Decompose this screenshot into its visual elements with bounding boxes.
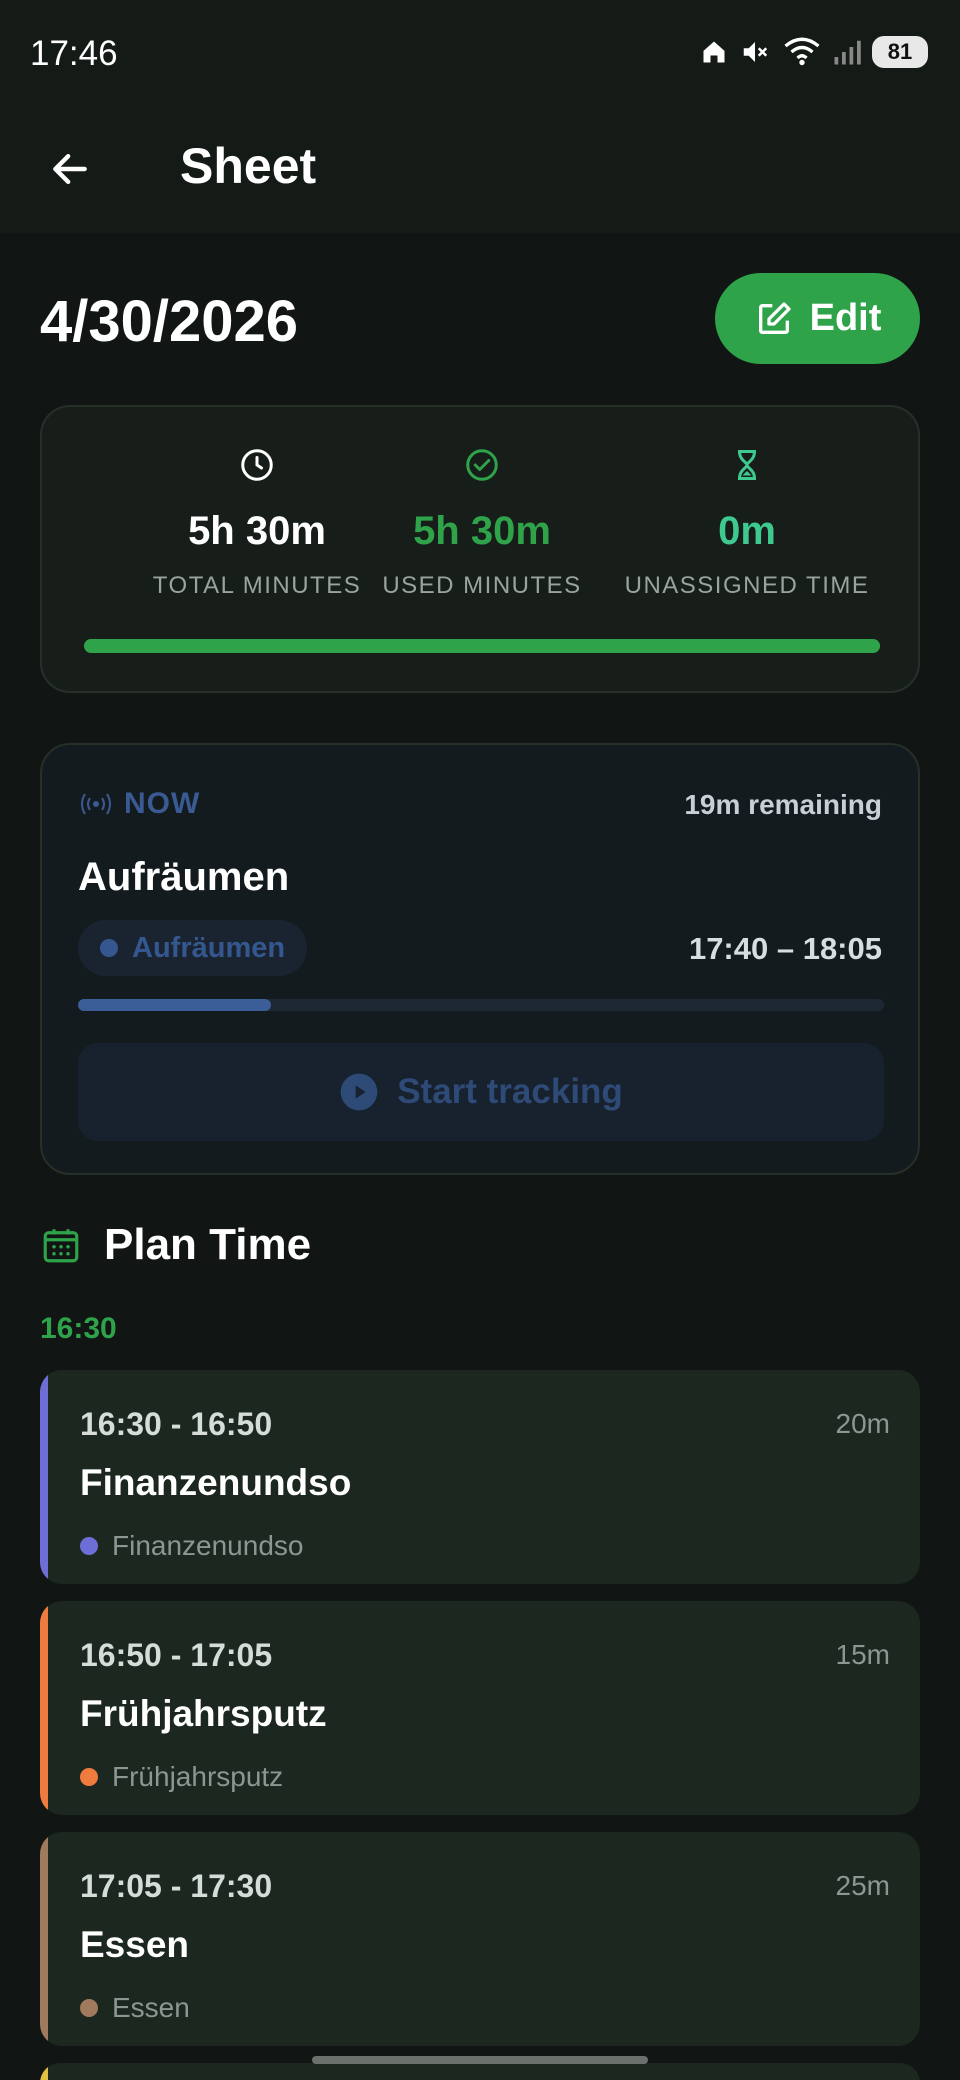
app-bar: Sheet bbox=[0, 105, 960, 233]
plan-time-header: Plan Time bbox=[40, 1220, 311, 1270]
entry-category-label: Essen bbox=[112, 1992, 190, 2023]
now-header: NOW bbox=[78, 787, 200, 821]
used-minutes-value: 5h 30m bbox=[413, 509, 551, 553]
entry-category: Essen bbox=[80, 1992, 190, 2024]
clock-icon bbox=[241, 449, 273, 481]
plan-time-title: Plan Time bbox=[104, 1220, 312, 1269]
entry-duration: 20m bbox=[835, 1408, 890, 1439]
used-minutes-label: USED MINUTES bbox=[382, 572, 582, 599]
entry-category-label: Frühjahrsputz bbox=[112, 1761, 284, 1792]
stat-used: 5h 30m USED MINUTES bbox=[347, 447, 617, 600]
entry-time: 16:50 - 17:05 bbox=[80, 1637, 273, 1673]
arrow-left-icon bbox=[53, 153, 87, 185]
now-progress-fill bbox=[78, 999, 272, 1011]
signal-icon bbox=[834, 40, 861, 65]
plan-entry[interactable]: 16:50 - 17:05 15m Frühjahrsputz Frühjahr… bbox=[40, 1601, 920, 1815]
play-circle-icon bbox=[340, 1073, 378, 1111]
check-circle-icon bbox=[466, 449, 498, 481]
page-title: Sheet bbox=[180, 138, 317, 194]
entry-category-dot bbox=[80, 1768, 98, 1786]
status-time: 17:46 bbox=[30, 34, 118, 73]
edit-label: Edit bbox=[809, 297, 882, 339]
time-summary-card: 5h 30m TOTAL MINUTES 5h 30m USED MINUTES… bbox=[40, 405, 920, 693]
entry-accent bbox=[40, 1601, 48, 1815]
now-activity-title: Aufräumen bbox=[78, 855, 290, 899]
hour-label: 16:30 bbox=[40, 1312, 117, 1345]
entry-category-dot bbox=[80, 1999, 98, 2017]
remaining-time: 19m remaining bbox=[684, 789, 882, 820]
status-bar: 17:46 81 bbox=[0, 0, 960, 105]
now-time-range: 17:40 – 18:05 bbox=[688, 931, 882, 966]
calendar-icon bbox=[43, 1229, 79, 1263]
battery-indicator: 81 bbox=[872, 36, 928, 68]
edit-button[interactable]: Edit bbox=[715, 273, 920, 364]
used-progress-fill bbox=[84, 639, 880, 653]
broadcast-icon bbox=[81, 793, 111, 815]
status-icons: 81 bbox=[700, 36, 928, 68]
back-button[interactable] bbox=[40, 139, 100, 199]
category-dot bbox=[100, 939, 118, 957]
entry-duration: 15m bbox=[835, 1639, 890, 1670]
used-progress-bar bbox=[84, 639, 880, 653]
start-tracking-button[interactable]: Start tracking bbox=[78, 1043, 884, 1141]
start-tracking-label: Start tracking bbox=[397, 1072, 623, 1111]
plan-entry-partial[interactable] bbox=[40, 2063, 920, 2080]
mute-icon bbox=[743, 42, 768, 62]
home-icon bbox=[703, 41, 725, 63]
plan-entry[interactable]: 16:30 - 16:50 20m Finanzenundso Finanzen… bbox=[40, 1370, 920, 1584]
entry-category: Frühjahrsputz bbox=[80, 1761, 283, 1793]
entry-time: 17:05 - 17:30 bbox=[80, 1868, 273, 1904]
entry-name: Essen bbox=[80, 1924, 190, 1965]
unassigned-time-value: 0m bbox=[718, 509, 776, 553]
now-category-chip: Aufräumen bbox=[78, 920, 308, 976]
now-label: NOW bbox=[124, 787, 201, 820]
now-category-label: Aufräumen bbox=[132, 931, 286, 964]
plan-entry[interactable]: 17:05 - 17:30 25m Essen Essen bbox=[40, 1832, 920, 2046]
now-progress-bar bbox=[78, 999, 884, 1011]
entry-accent bbox=[40, 1370, 48, 1584]
sheet-date: 4/30/2026 bbox=[40, 289, 299, 354]
entry-name: Finanzenundso bbox=[80, 1462, 352, 1503]
hourglass-icon bbox=[738, 450, 756, 480]
home-indicator[interactable] bbox=[312, 2056, 648, 2064]
entry-category: Finanzenundso bbox=[80, 1530, 303, 1562]
entry-accent bbox=[40, 1832, 48, 2046]
wifi-icon bbox=[784, 37, 820, 66]
entry-category-label: Finanzenundso bbox=[112, 1530, 304, 1561]
entry-name: Frühjahrsputz bbox=[80, 1693, 327, 1734]
entry-accent bbox=[40, 2063, 48, 2080]
stat-unassigned: 0m UNASSIGNED TIME bbox=[612, 447, 882, 600]
now-card[interactable]: NOW 19m remaining Aufräumen Aufräumen 17… bbox=[40, 743, 920, 1175]
edit-icon bbox=[758, 301, 791, 334]
entry-duration: 25m bbox=[835, 1870, 890, 1901]
entry-time: 16:30 - 16:50 bbox=[80, 1406, 273, 1442]
entry-category-dot bbox=[80, 1537, 98, 1555]
unassigned-time-label: UNASSIGNED TIME bbox=[624, 572, 870, 599]
